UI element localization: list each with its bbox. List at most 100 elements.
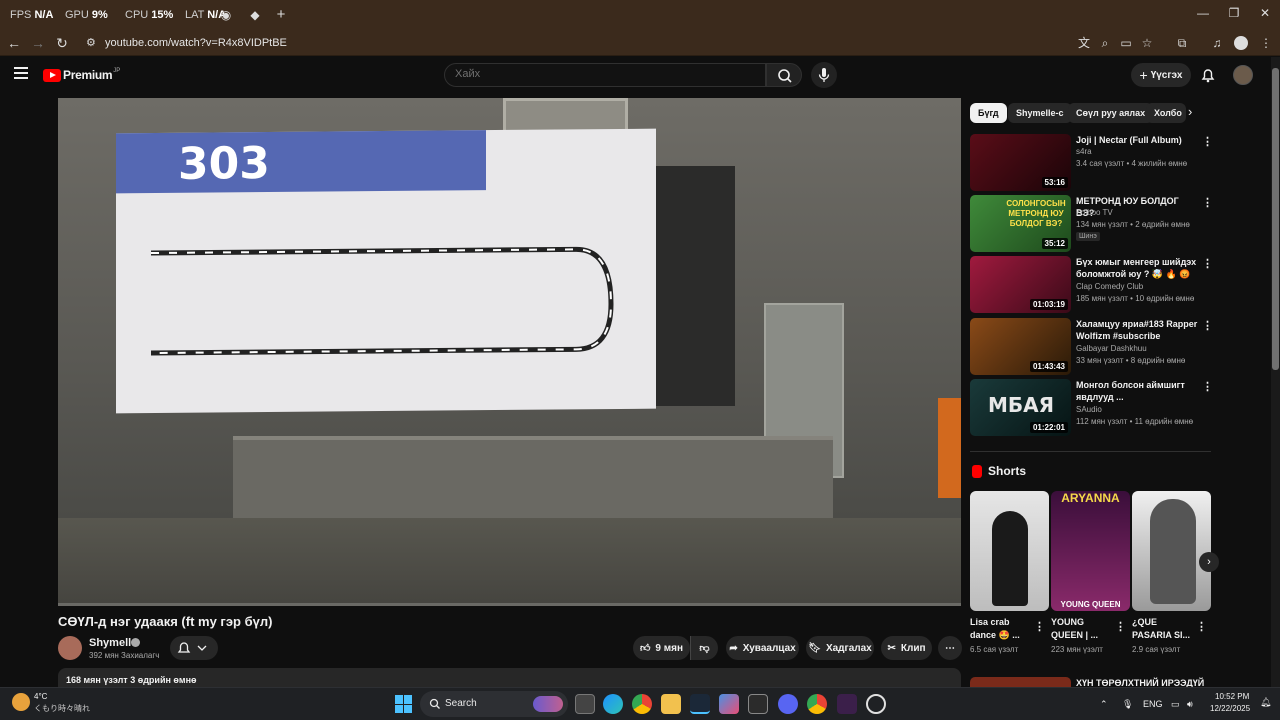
translate-icon[interactable]: 文 <box>1076 35 1092 51</box>
display-icon[interactable]: ▭ <box>1171 699 1180 710</box>
discord-icon[interactable] <box>778 694 798 714</box>
like-button[interactable]: 👍︎ 9 мян <box>633 636 690 660</box>
menu-icon[interactable] <box>14 67 30 81</box>
chevron-up-icon[interactable]: ⌃ <box>1100 699 1108 710</box>
search-input[interactable] <box>445 64 765 84</box>
clock-time[interactable]: 10:52 PM <box>1215 692 1249 701</box>
kebab-menu-icon[interactable]: ⋮ <box>1202 381 1213 393</box>
copilot-icon[interactable] <box>719 694 739 714</box>
chip-related[interactable]: Холбо <box>1146 103 1186 123</box>
kebab-menu-icon[interactable]: ⋮ <box>1202 136 1213 148</box>
recommendation-item[interactable]: 53:16 Joji | Nectar (Full Album) s4ra 3.… <box>970 134 1215 192</box>
notification-icon[interactable]: 🔔︎ <box>1260 697 1271 708</box>
language-indicator[interactable]: ENG <box>1143 699 1163 709</box>
short-title[interactable]: ¿QUE PASARIA SI... <box>1132 616 1192 642</box>
chrome-profile-icon[interactable] <box>807 694 827 714</box>
short-title[interactable]: YOUNG QUEEN | ... <box>1051 616 1111 642</box>
video-player[interactable]: 303 <box>58 98 961 606</box>
tab-favicon-icon[interactable]: ◆ <box>247 7 263 23</box>
clip-button[interactable]: ✂ Клип <box>881 636 932 660</box>
recommendation-title[interactable]: Бүх юмыг менгеер шийдэх боломжтой юу ? 🤯… <box>1076 256 1198 280</box>
recommendation-item[interactable]: СОЛОНГОСЫН МЕТРОНД ЮУ БОЛДОГ ВЭ? 35:12 М… <box>970 195 1215 253</box>
zoom-icon[interactable]: ⌕ <box>1097 35 1113 51</box>
recommendation-channel[interactable]: Zolboo TV <box>1076 208 1113 217</box>
kebab-menu-icon[interactable]: ⋮ <box>1034 620 1045 633</box>
chip-all[interactable]: Бүгд <box>970 103 1007 123</box>
scrollbar-thumb[interactable] <box>1272 68 1279 370</box>
recommendation-title[interactable]: Халамцуу яриа#183 Rapper Wolfizm #subscr… <box>1076 318 1198 342</box>
recommendation-channel[interactable]: Galbayar Dashkhuu <box>1076 344 1147 353</box>
kebab-menu-icon[interactable]: ⋮ <box>1202 320 1213 332</box>
kebab-menu-icon[interactable]: ⋮ <box>1202 258 1213 270</box>
clock-date[interactable]: 12/22/2025 <box>1210 704 1250 713</box>
chrome-icon[interactable] <box>632 694 652 714</box>
video-thumbnail[interactable]: СОЛОНГОСЫН МЕТРОНД ЮУ БОЛДОГ ВЭ? 35:12 <box>970 195 1071 252</box>
back-arrow-icon[interactable]: ← <box>4 34 24 52</box>
short-thumbnail[interactable]: ARYANNA YOUNG QUEEN <box>1051 491 1130 611</box>
chip-seoul-travel[interactable]: Сөүл руу аялах <box>1068 103 1154 123</box>
video-thumbnail[interactable]: 53:16 <box>970 134 1071 191</box>
microphone-icon[interactable]: 🎙︎ <box>1122 699 1133 710</box>
app-icon[interactable] <box>866 694 886 714</box>
video-thumbnail[interactable]: 01:03:19 <box>970 256 1071 313</box>
recommendation-title[interactable]: Joji | Nectar (Full Album) <box>1076 134 1198 146</box>
video-thumbnail[interactable]: 01:43:43 <box>970 318 1071 375</box>
recommendation-item[interactable]: 01:03:19 Бүх юмыг менгеер шийдэх боломжт… <box>970 256 1215 314</box>
video-progress-bar[interactable] <box>58 603 961 606</box>
account-avatar[interactable] <box>1233 65 1253 85</box>
volume-icon[interactable]: 🔊︎ <box>1187 699 1193 710</box>
visual-studio-icon[interactable] <box>837 694 857 714</box>
notifications-button[interactable] <box>1198 65 1218 85</box>
kebab-menu-icon[interactable]: ⋮ <box>1202 197 1213 209</box>
store-icon[interactable] <box>748 694 768 714</box>
search-button[interactable] <box>766 63 802 87</box>
youtube-premium-logo[interactable]: Premium JP <box>43 67 120 83</box>
kebab-menu-icon[interactable]: ⋮ <box>1115 620 1126 633</box>
voice-search-button[interactable] <box>811 62 837 88</box>
short-title[interactable]: Lisa crab dance 🤩 ... <box>970 616 1030 642</box>
recommendation-channel[interactable]: s4ra <box>1076 147 1092 156</box>
weather-temperature[interactable]: 4°C <box>34 692 47 701</box>
minimize-button[interactable]: — <box>1188 6 1218 24</box>
subscription-bell-button[interactable] <box>170 636 218 660</box>
reload-icon[interactable]: ↻ <box>52 34 72 52</box>
short-thumbnail[interactable] <box>970 491 1049 611</box>
chip-from-channel[interactable]: Shymelle-с <box>1008 103 1072 123</box>
forward-arrow-icon[interactable]: → <box>28 34 48 52</box>
share-button[interactable]: ➦ Хуваалцах <box>726 636 799 660</box>
media-controls-icon[interactable]: ♫ <box>1209 35 1225 51</box>
cast-icon[interactable]: ▭ <box>1118 35 1134 51</box>
site-info-icon[interactable]: ⚙ <box>86 36 96 49</box>
recommendation-channel[interactable]: SAudio <box>1076 405 1102 414</box>
more-actions-button[interactable]: ⋯ <box>938 636 962 660</box>
chevron-right-icon[interactable]: › <box>1199 552 1219 572</box>
chevron-right-icon[interactable]: › <box>1188 104 1192 119</box>
recommendation-item[interactable]: 01:43:43 Халамцуу яриа#183 Rapper Wolfiz… <box>970 318 1215 376</box>
close-window-button[interactable]: ✕ <box>1250 6 1280 24</box>
maximize-button[interactable]: ❐ <box>1219 6 1249 24</box>
recommendation-channel[interactable]: Clap Comedy Club <box>1076 282 1143 291</box>
recommendation-title[interactable]: Монгол болсон аймшигт явдлууд ... <box>1076 379 1198 403</box>
weather-description[interactable]: くもり時々晴れ <box>34 703 90 714</box>
short-thumbnail[interactable] <box>1132 491 1211 611</box>
task-view-icon[interactable] <box>575 694 595 714</box>
windows-start-icon[interactable] <box>395 695 413 713</box>
recommendation-item[interactable]: МБАЯ 01:22:01 Монгол болсон аймшигт явдл… <box>970 379 1215 437</box>
channel-avatar[interactable] <box>58 636 82 660</box>
audio-icon[interactable]: ◉ <box>218 7 234 23</box>
url-text[interactable]: youtube.com/watch?v=R4x8VIDPtBE <box>105 37 287 49</box>
weather-icon[interactable] <box>12 693 30 711</box>
address-bar[interactable]: ⚙ youtube.com/watch?v=R4x8VIDPtBE <box>80 33 1140 54</box>
search-box[interactable] <box>444 63 766 87</box>
browser-menu-icon[interactable]: ⋮ <box>1258 35 1274 51</box>
dislike-button[interactable]: 👎︎ <box>690 636 718 660</box>
taskbar-search-label[interactable]: Search <box>445 698 477 709</box>
bookmark-star-icon[interactable]: ☆ <box>1139 35 1155 51</box>
save-button[interactable]: 🔖︎ Хадгалах <box>806 636 874 660</box>
steam-icon[interactable] <box>690 694 710 714</box>
extensions-icon[interactable]: ⧉ <box>1174 35 1190 51</box>
create-button[interactable]: + Үүсгэх <box>1131 63 1191 87</box>
profile-avatar[interactable] <box>1234 36 1248 50</box>
edge-browser-icon[interactable] <box>603 694 623 714</box>
video-thumbnail[interactable]: МБАЯ 01:22:01 <box>970 379 1071 436</box>
